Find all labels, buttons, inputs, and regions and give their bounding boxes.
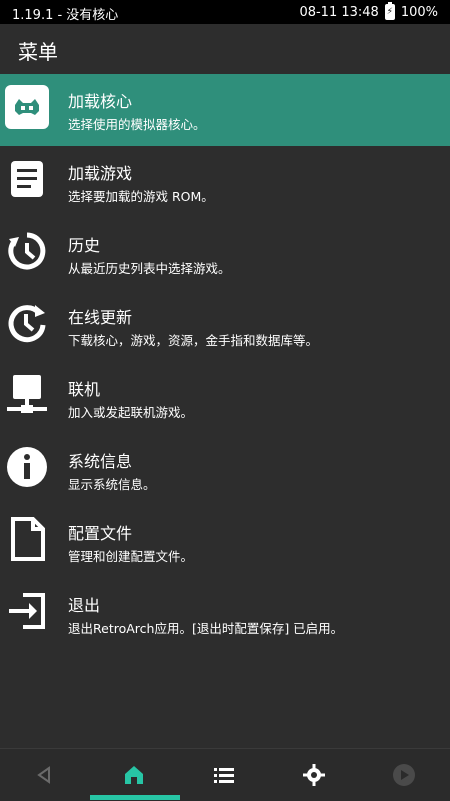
menu-item-subtitle: 加入或发起联机游戏。 bbox=[68, 405, 194, 420]
exit-icon bbox=[4, 588, 50, 634]
menu-item-load-core[interactable]: 加载核心 选择使用的模拟器核心。 bbox=[0, 74, 450, 146]
history-icon bbox=[4, 228, 50, 274]
menu-item-title: 历史 bbox=[68, 236, 101, 255]
menu-item-subtitle: 退出RetroArch应用。[退出时配置保存] 已启用。 bbox=[68, 621, 344, 636]
status-datetime: 08-11 13:48 bbox=[299, 4, 379, 20]
status-bar: 1.19.1 - 没有核心 08-11 13:48 100% bbox=[0, 0, 450, 24]
menu-item-history[interactable]: 历史 从最近历史列表中选择游戏。 bbox=[0, 218, 450, 290]
bottom-navigation bbox=[0, 748, 450, 801]
menu-item-config-files[interactable]: 配置文件 管理和创建配置文件。 bbox=[0, 506, 450, 578]
menu-item-title: 加载游戏 bbox=[68, 164, 133, 183]
home-icon[interactable] bbox=[120, 761, 148, 789]
menu-item-subtitle: 选择要加载的游戏 ROM。 bbox=[68, 189, 214, 204]
menu-item-quit[interactable]: 退出 退出RetroArch应用。[退出时配置保存] 已启用。 bbox=[0, 578, 450, 650]
document-lines-icon bbox=[4, 156, 50, 202]
menu-item-title: 联机 bbox=[68, 380, 101, 399]
battery-percent: 100% bbox=[400, 4, 438, 20]
network-monitor-icon bbox=[4, 372, 50, 418]
header: 菜单 bbox=[0, 24, 450, 72]
settings-icon[interactable] bbox=[300, 761, 328, 789]
file-icon bbox=[4, 516, 50, 562]
main-menu: 加载核心 选择使用的模拟器核心。 加载游戏 选择要加载的游戏 ROM。 历史 从… bbox=[0, 74, 450, 650]
menu-item-system-info[interactable]: 系统信息 显示系统信息。 bbox=[0, 434, 450, 506]
status-right: 08-11 13:48 100% bbox=[299, 2, 438, 20]
status-app-version: 1.19.1 - 没有核心 bbox=[12, 8, 119, 23]
menu-item-netplay[interactable]: 联机 加入或发起联机游戏。 bbox=[0, 362, 450, 434]
back-icon[interactable] bbox=[30, 761, 58, 789]
menu-item-subtitle: 显示系统信息。 bbox=[68, 477, 156, 492]
menu-item-title: 退出 bbox=[68, 596, 101, 615]
battery-icon bbox=[384, 2, 395, 20]
menu-item-title: 加载核心 bbox=[68, 92, 133, 111]
menu-item-title: 配置文件 bbox=[68, 524, 133, 543]
menu-item-subtitle: 选择使用的模拟器核心。 bbox=[68, 117, 206, 132]
menu-item-load-content[interactable]: 加载游戏 选择要加载的游戏 ROM。 bbox=[0, 146, 450, 218]
list-icon[interactable] bbox=[210, 761, 238, 789]
refresh-clock-icon bbox=[4, 300, 50, 346]
menu-item-subtitle: 从最近历史列表中选择游戏。 bbox=[68, 261, 231, 276]
retroarch-invader-icon bbox=[4, 84, 50, 130]
menu-item-title: 在线更新 bbox=[68, 308, 133, 327]
menu-item-subtitle: 管理和创建配置文件。 bbox=[68, 549, 194, 564]
page-title: 菜单 bbox=[18, 40, 58, 64]
menu-item-subtitle: 下载核心，游戏，资源，金手指和数据库等。 bbox=[68, 333, 319, 348]
menu-item-online-updater[interactable]: 在线更新 下载核心，游戏，资源，金手指和数据库等。 bbox=[0, 290, 450, 362]
active-tab-indicator bbox=[90, 795, 180, 800]
menu-item-title: 系统信息 bbox=[68, 452, 133, 471]
play-icon[interactable] bbox=[390, 761, 418, 789]
info-icon bbox=[4, 444, 50, 490]
